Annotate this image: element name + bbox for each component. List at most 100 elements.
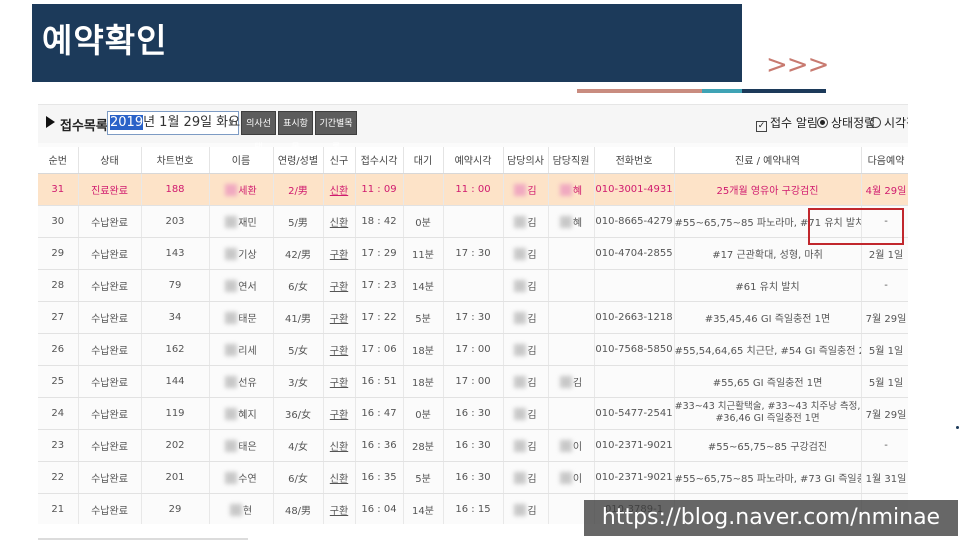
cell-phone: 010-2663-1218 (594, 301, 675, 334)
play-arrow-icon (46, 116, 55, 128)
redaction-blur (514, 247, 527, 260)
chevron-down-icon[interactable]: ∨ (228, 112, 235, 134)
column-header[interactable]: 순번 (38, 147, 79, 174)
redaction-blur (559, 439, 572, 452)
cell-no: 27 (38, 301, 79, 334)
table-row[interactable]: 26 수납완료 162 리세 5/女 구환 17 : 06 18분 17 : 00 김 010-75… (38, 333, 908, 366)
no-text: 22 (51, 471, 65, 483)
cell-type: 구환 (323, 333, 356, 366)
cell-staff (548, 237, 595, 270)
table-row[interactable]: 31 진료완료 188 세환 2/男 신환 11 : 09 11 : 00 김 혜 010-3001… (38, 173, 908, 206)
cell-age: 42/男 (273, 237, 324, 270)
doctor-text: 김 (527, 409, 537, 421)
status-sort-radio[interactable]: 상태정렬 (817, 114, 875, 131)
column-header[interactable]: 전화번호 (594, 147, 675, 174)
column-header[interactable]: 예약시각 (443, 147, 504, 174)
date-text: 년 1월 29일 화요일 (143, 115, 253, 130)
time-text: 16 : 35 (361, 471, 397, 483)
age-text: 3/女 (288, 377, 308, 389)
next-text: - (884, 279, 888, 291)
column-header[interactable]: 이름 (209, 147, 274, 174)
cell-status: 수납완료 (78, 237, 142, 270)
age-text: 48/男 (284, 505, 312, 517)
redaction-blur (225, 439, 238, 452)
column-header[interactable]: 담당직원 (548, 147, 595, 174)
redaction-blur (225, 311, 238, 324)
no-text: 29 (51, 247, 65, 259)
resv-text: 17 : 00 (455, 343, 491, 355)
column-header[interactable]: 담당의사 (503, 147, 549, 174)
redaction-blur (225, 343, 238, 356)
type-text: 신환 (329, 473, 349, 485)
table-row[interactable]: 29 수납완료 143 기상 42/男 구환 17 : 29 11분 17 : 30 김 010-4… (38, 237, 908, 270)
resv-text: 16 : 30 (455, 439, 491, 451)
chart-text: 188 (165, 183, 185, 195)
cell-age: 5/女 (273, 333, 324, 366)
callout-highlight-box (808, 208, 904, 245)
cell-name: 혜지 (209, 397, 274, 430)
cell-status: 수납완료 (78, 205, 142, 238)
name-text: 태은 (238, 441, 257, 453)
cell-age: 3/女 (273, 365, 324, 398)
time-sort-radio[interactable]: 시각정 (870, 114, 908, 131)
cell-resv (443, 205, 504, 238)
cell-status: 진료완료 (78, 173, 142, 206)
cell-next: 7월 29일 (861, 397, 908, 430)
column-header[interactable]: 연령/성별 (273, 147, 324, 174)
cell-staff (548, 301, 595, 334)
cell-doctor: 김 (503, 301, 549, 334)
column-header[interactable]: 상태 (78, 147, 142, 174)
cell-name: 세환 (209, 173, 274, 206)
name-text: 혜지 (238, 409, 257, 421)
doctor-select-button[interactable]: 의사선택 (241, 111, 276, 153)
column-header[interactable]: 다음예약 (861, 147, 908, 174)
table-row[interactable]: 22 수납완료 201 수연 6/女 신환 16 : 35 5분 16 : 30 김 이 010-23… (38, 461, 908, 494)
period-list-button[interactable]: 기간별목록 (315, 111, 357, 153)
status-text: 수납완료 (91, 249, 128, 261)
table-row[interactable]: 30 수납완료 203 재민 5/男 신환 18 : 42 0분 김 혜 010-8665-4279… (38, 205, 908, 238)
redaction-blur (514, 375, 527, 388)
next-text: - (884, 439, 888, 451)
date-picker[interactable]: 2019년 1월 29일 화요일 ∨ (107, 111, 252, 135)
table-row[interactable]: 24 수납완료 119 혜지 36/女 구환 16 : 47 0분 16 : 30 김 010-54… (38, 397, 908, 430)
table-row[interactable]: 27 수납완료 34 태문 41/男 구환 17 : 22 5분 17 : 30 김 010-266… (38, 301, 908, 334)
blog-watermark: https://blog.naver.com/nminae (584, 500, 958, 536)
cell-status: 수납완료 (78, 301, 142, 334)
table-row[interactable]: 28수납완료79연서6/女구환17 : 2314분김#61 유치 발치-7월 2… (38, 269, 908, 302)
accent-strip (577, 89, 702, 93)
type-text: 구환 (329, 281, 349, 293)
column-header[interactable]: 대기 (403, 147, 444, 174)
radio-selected-icon[interactable] (817, 117, 828, 128)
date-year[interactable]: 2019 (110, 115, 144, 130)
redaction-blur (225, 471, 238, 484)
chart-text: 29 (168, 503, 182, 515)
cell-phone: 010-4704-2855 (594, 237, 675, 270)
next-text: 2월 1일 (868, 249, 904, 261)
no-text: 30 (51, 215, 65, 227)
doctor-text: 김 (527, 313, 537, 325)
column-header[interactable]: 진료 / 예약내역 (674, 147, 862, 174)
checkbox-checked-icon[interactable]: ✓ (756, 121, 767, 132)
column-header[interactable]: 신구 (323, 147, 356, 174)
table-row[interactable]: 25 수납완료 144 선유 3/女 구환 16 : 51 18분 17 : 00 김 김 #55,6… (38, 365, 908, 398)
wait-text: 14분 (412, 281, 434, 293)
cell-next: 1월 31일 (861, 461, 908, 494)
no-text: 27 (51, 311, 65, 323)
display-items-button[interactable]: 표시항목 (278, 111, 313, 153)
cell-status: 수납완료 (78, 429, 142, 462)
chart-text: 162 (165, 343, 185, 355)
toolbar: 접수목록 2019년 1월 29일 화요일 ∨ 의사선택 표시항목 기간별목록 … (38, 105, 908, 153)
reception-alert-checkbox[interactable]: ✓ 접수 알림 (756, 114, 818, 132)
cell-no: 28 (38, 269, 79, 302)
time-text: 17 : 23 (361, 279, 397, 291)
column-header[interactable]: 차트번호 (141, 147, 210, 174)
age-text: 42/男 (284, 249, 312, 261)
cell-chart: 143 (141, 237, 210, 270)
table-row[interactable]: 23 수납완료 202 태은 4/女 신환 16 : 36 28분 16 : 30 김 이 010-2… (38, 429, 908, 462)
cell-wait: 11분 (403, 237, 444, 270)
column-header[interactable]: 접수시각 (355, 147, 404, 174)
radio-empty-icon[interactable] (870, 117, 881, 128)
phone-text: 010-2371-9021 (595, 439, 673, 451)
cell-next: 5월 1일 (861, 365, 908, 398)
no-text: 26 (51, 343, 65, 355)
